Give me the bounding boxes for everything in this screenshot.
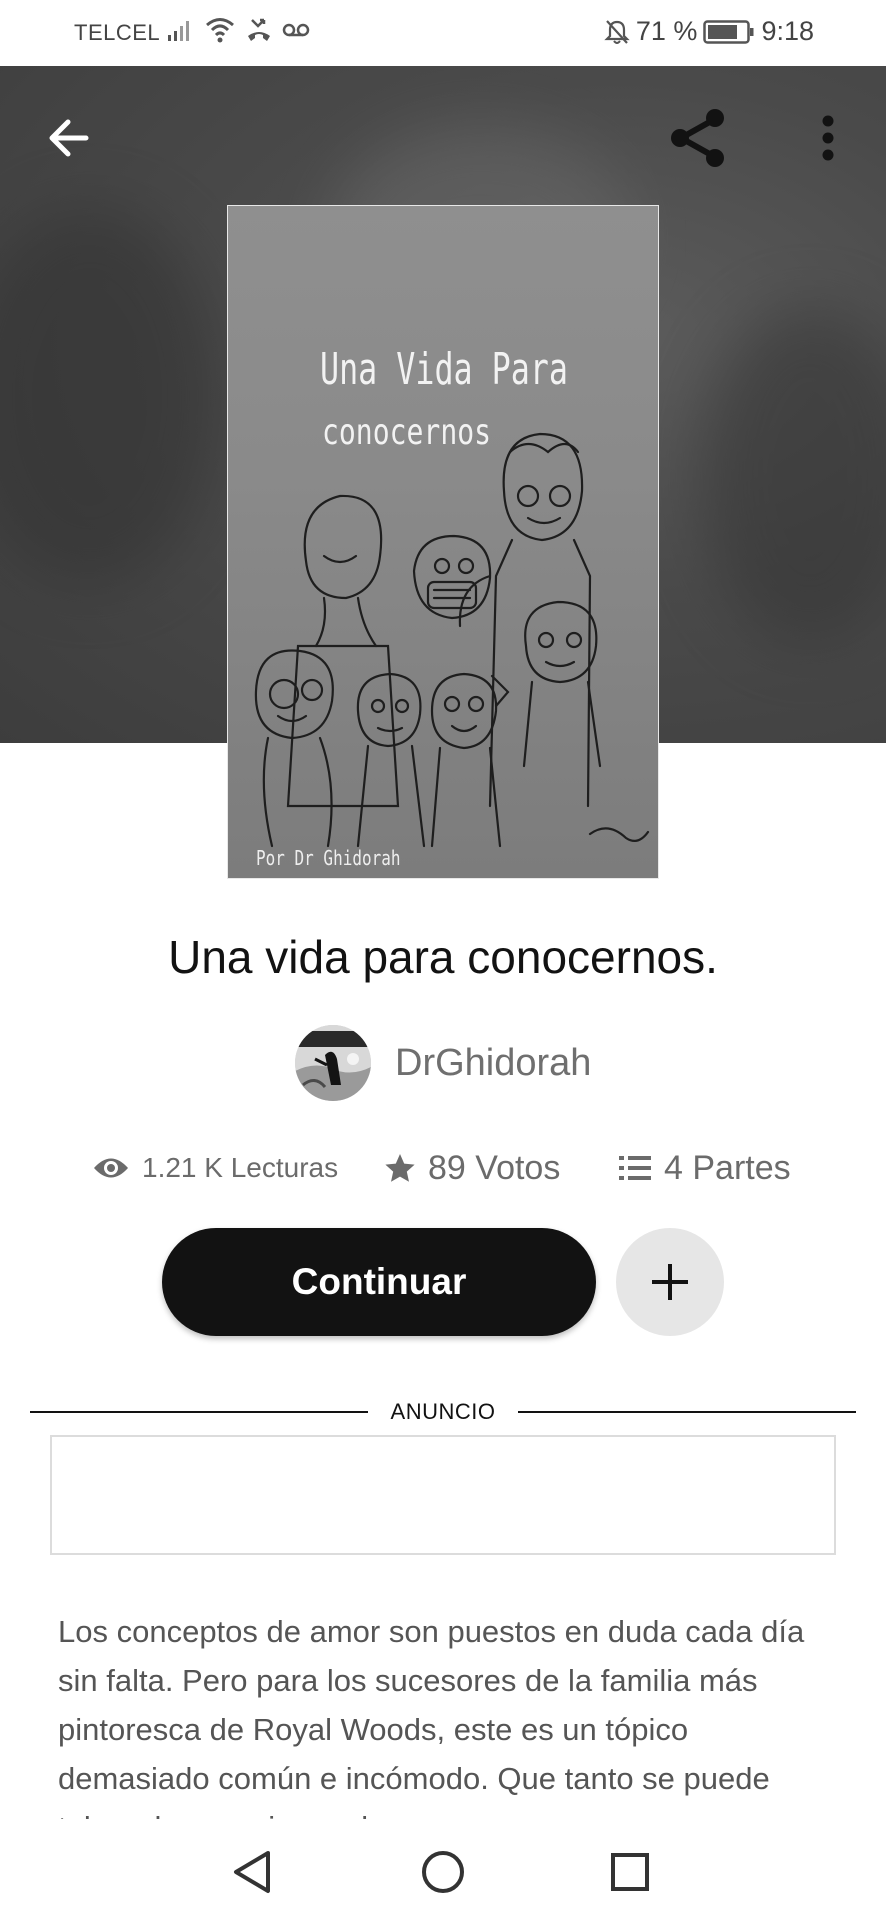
system-nav-bar bbox=[0, 1820, 886, 1920]
square-recents-icon bbox=[611, 1853, 649, 1891]
votes-stat: 89 Votos bbox=[384, 1143, 560, 1193]
arrow-left-icon bbox=[49, 119, 89, 157]
author-name[interactable]: DrGhidorah bbox=[395, 1042, 591, 1085]
ad-divider-left bbox=[30, 1411, 368, 1413]
parts-count: 4 Partes bbox=[664, 1148, 791, 1187]
clock: 9:18 bbox=[761, 16, 814, 46]
wifi-icon bbox=[206, 18, 234, 43]
triangle-back-icon bbox=[234, 1851, 270, 1893]
status-bar: TELCEL 71 % 9:18 bbox=[0, 0, 886, 66]
add-to-library-button[interactable] bbox=[616, 1228, 724, 1336]
list-icon bbox=[619, 1156, 651, 1180]
book-cover[interactable]: Una Vida Para conocernos Por Dr Ghidorah bbox=[227, 205, 659, 879]
plus-icon bbox=[652, 1264, 688, 1300]
author-link[interactable]: DrGhidorah bbox=[295, 1025, 591, 1101]
cover-title-line2: conocernos bbox=[322, 412, 492, 453]
votes-count: 89 Votos bbox=[428, 1148, 561, 1187]
avatar[interactable] bbox=[295, 1025, 371, 1101]
more-options-button[interactable] bbox=[800, 100, 856, 176]
ad-divider-right bbox=[518, 1411, 856, 1413]
status-icons-right: 71 % 9:18 bbox=[604, 16, 814, 47]
app-toolbar bbox=[0, 66, 886, 206]
nav-back-button[interactable] bbox=[222, 1842, 282, 1902]
reads-count: 1.21 K Lecturas bbox=[142, 1152, 339, 1183]
story-stats: 1.21 K Lecturas 89 Votos 4 Partes bbox=[92, 1143, 812, 1193]
continue-reading-button[interactable]: Continuar bbox=[162, 1228, 596, 1336]
ad-slot[interactable] bbox=[50, 1435, 836, 1555]
story-description: Los conceptos de amor son puestos en dud… bbox=[58, 1614, 805, 1819]
share-button[interactable] bbox=[660, 100, 736, 176]
nav-home-button[interactable] bbox=[413, 1842, 473, 1902]
author-avatar-image bbox=[295, 1025, 371, 1101]
cover-author: Por Dr Ghidorah bbox=[256, 846, 401, 870]
carrier-label: TELCEL bbox=[74, 20, 161, 45]
notifications-off-icon bbox=[604, 19, 630, 44]
more-vertical-icon bbox=[822, 115, 834, 161]
reads-stat: 1.21 K Lecturas bbox=[92, 1143, 338, 1193]
cover-title-line1: Una Vida Para bbox=[320, 344, 568, 395]
share-icon bbox=[671, 109, 724, 167]
nav-recents-button[interactable] bbox=[600, 1842, 660, 1902]
back-button[interactable] bbox=[36, 106, 100, 170]
battery-icon bbox=[703, 19, 754, 44]
parts-stat: 4 Partes bbox=[618, 1143, 791, 1193]
missed-call-icon bbox=[248, 18, 270, 41]
circle-home-icon bbox=[422, 1851, 464, 1893]
voicemail-icon bbox=[282, 23, 310, 37]
ad-label: ANUNCIO bbox=[390, 1399, 496, 1424]
star-icon bbox=[385, 1154, 415, 1182]
cover-illustration bbox=[254, 432, 650, 848]
battery-percent: 71 % bbox=[635, 16, 698, 46]
status-icons-left bbox=[166, 16, 310, 44]
eye-icon bbox=[94, 1158, 128, 1178]
story-title: Una vida para conocernos. bbox=[168, 931, 718, 983]
signal-icon bbox=[168, 21, 189, 41]
